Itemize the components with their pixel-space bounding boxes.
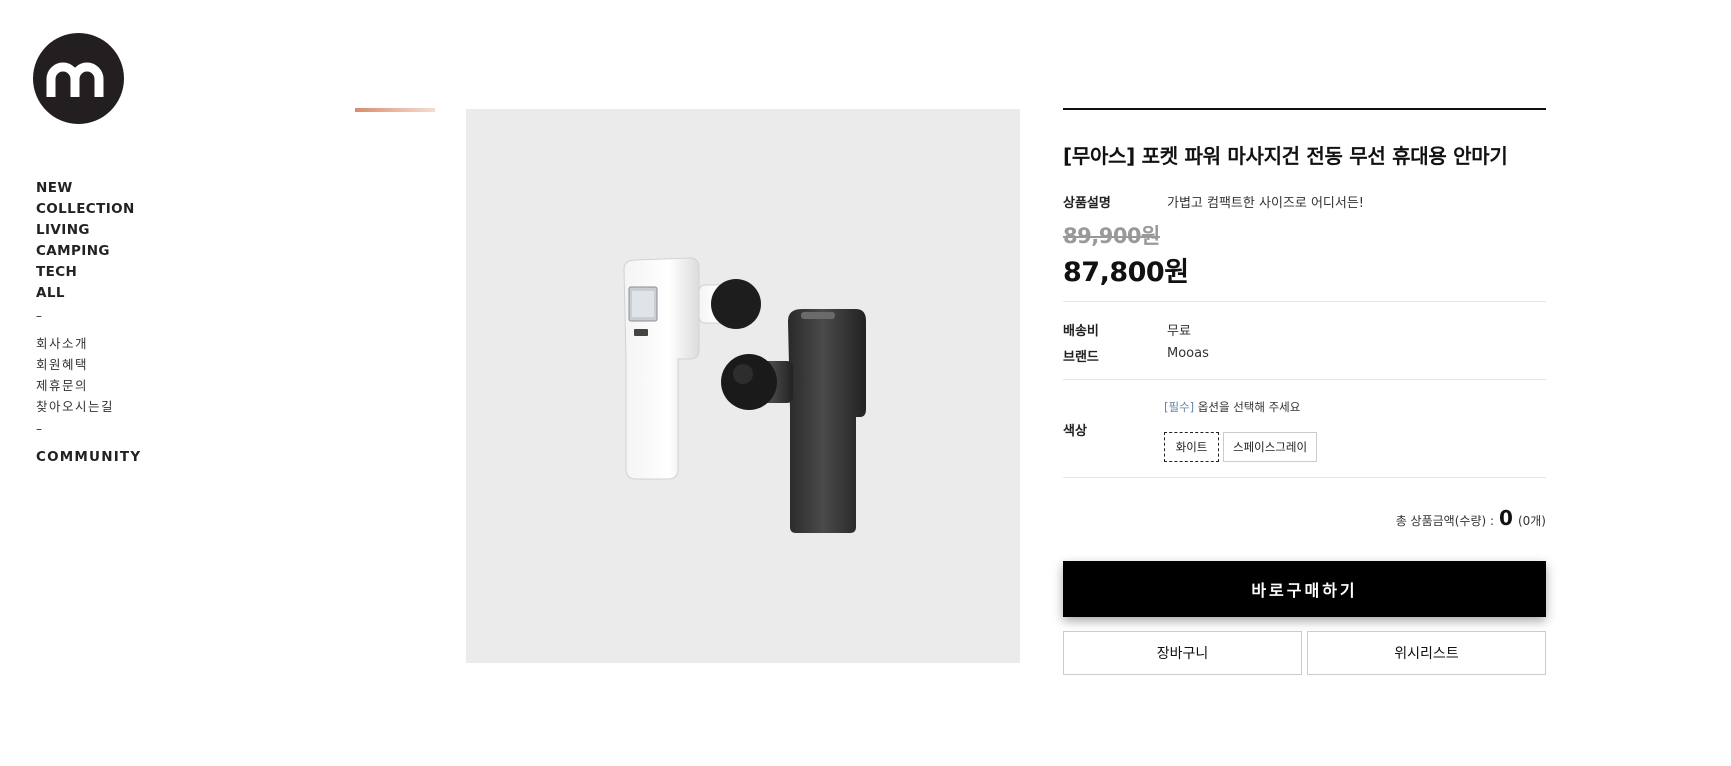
option-spacegray-button[interactable]: 스페이스그레이	[1223, 432, 1317, 462]
option-note: [필수] 옵션을 선택해 주세요	[1164, 399, 1300, 415]
original-price: 89,900원	[1063, 224, 1160, 248]
divider	[1063, 477, 1546, 478]
brand-value: Mooas	[1167, 346, 1209, 361]
nav-item-tech[interactable]: TECH	[36, 262, 135, 283]
nav-item-partnership[interactable]: 제휴문의	[36, 375, 114, 396]
description-label: 상품설명	[1063, 196, 1111, 211]
option-note-text: 옵션을 선택해 주세요	[1194, 400, 1301, 414]
divider	[1063, 379, 1546, 380]
total-amount: 0	[1499, 506, 1513, 530]
nav-separator: –	[36, 422, 42, 436]
top-divider	[1063, 108, 1546, 110]
wishlist-button[interactable]: 위시리스트	[1307, 631, 1546, 675]
color-option-label: 색상	[1063, 424, 1087, 439]
nav-item-benefits[interactable]: 회원혜택	[36, 354, 114, 375]
nav-item-collection[interactable]: COLLECTION	[36, 199, 135, 220]
nav-item-community[interactable]: COMMUNITY	[36, 449, 141, 465]
description-value: 가볍고 컴팩트한 사이즈로 어디서든!	[1167, 196, 1365, 211]
nav-item-camping[interactable]: CAMPING	[36, 241, 135, 262]
sub-nav: 회사소개 회원혜택 제휴문의 찾아오시는길	[36, 333, 114, 417]
product-image	[466, 109, 1020, 663]
nav-item-company[interactable]: 회사소개	[36, 333, 114, 354]
total-price: 총 상품금액(수량) : 0 (0개)	[1396, 506, 1546, 530]
m-logo-icon	[46, 62, 103, 97]
brand-logo[interactable]	[33, 33, 124, 124]
buy-now-button[interactable]: 바로구매하기	[1063, 561, 1546, 617]
massage-gun-illustration	[623, 257, 866, 533]
main-nav: NEW COLLECTION LIVING CAMPING TECH ALL	[36, 178, 135, 304]
brand-label: 브랜드	[1063, 350, 1099, 365]
nav-item-living[interactable]: LIVING	[36, 220, 135, 241]
nav-item-all[interactable]: ALL	[36, 283, 135, 304]
required-tag: [필수]	[1164, 400, 1195, 414]
nav-item-new[interactable]: NEW	[36, 178, 135, 199]
nav-separator: –	[36, 309, 42, 323]
shipping-value: 무료	[1167, 324, 1191, 339]
nav-item-directions[interactable]: 찾아오시는길	[36, 396, 114, 417]
product-info: [무아스] 포켓 파워 마사지건 전동 무선 휴대용 안마기 상품설명 가볍고 …	[1063, 108, 1546, 675]
product-title: [무아스] 포켓 파워 마사지건 전동 무선 휴대용 안마기	[1063, 144, 1508, 168]
divider	[1063, 301, 1546, 302]
add-to-cart-button[interactable]: 장바구니	[1063, 631, 1302, 675]
total-label: 총 상품금액(수량) :	[1395, 514, 1495, 528]
total-count: (0개)	[1517, 514, 1546, 528]
shipping-label: 배송비	[1063, 324, 1099, 339]
product-thumbnail[interactable]	[355, 108, 435, 112]
sale-price: 87,800원	[1063, 257, 1189, 288]
option-white-button[interactable]: 화이트	[1164, 432, 1219, 462]
